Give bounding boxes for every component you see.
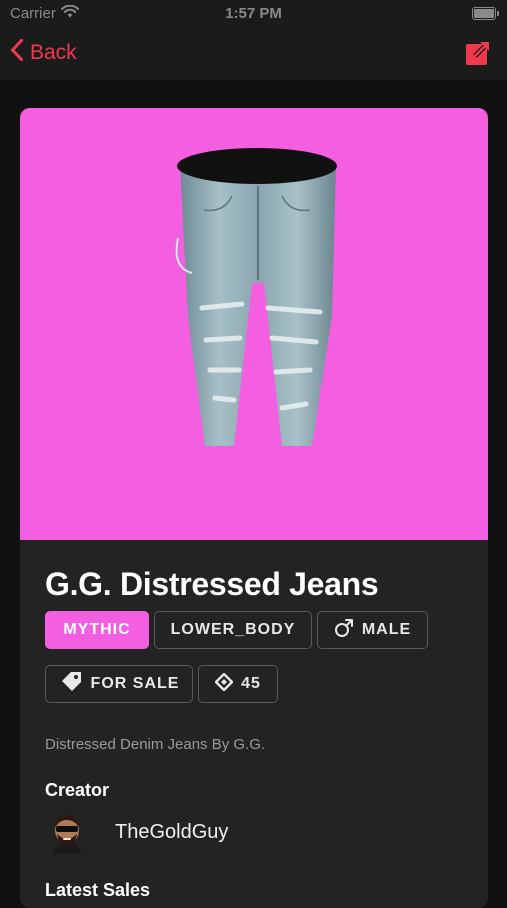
creator-heading: Creator xyxy=(45,780,110,800)
gender-label: MALE xyxy=(361,621,412,638)
creator-row[interactable]: TheGoldGuy xyxy=(45,810,465,854)
male-icon xyxy=(334,618,354,643)
price-label: 45 xyxy=(241,675,261,692)
robux-icon xyxy=(214,672,234,696)
creator-name: TheGoldGuy xyxy=(115,820,229,843)
body-part-tag[interactable]: LOWER_BODY xyxy=(154,611,312,649)
latest-sales-heading: Latest Sales xyxy=(45,880,151,900)
back-label: Back xyxy=(30,41,77,64)
price-tag-icon xyxy=(59,670,83,699)
item-title: G.G. Distressed Jeans xyxy=(45,566,379,602)
rarity-label: MYTHIC xyxy=(63,621,131,638)
status-bar: Carrier 1:57 PM xyxy=(0,0,507,28)
status-time: 1:57 PM xyxy=(225,5,282,22)
content-area: G.G. Distressed Jeans MYTHIC LOWER_BODY … xyxy=(0,80,507,908)
navigation-bar: Back xyxy=(0,28,507,80)
item-preview-image xyxy=(20,108,488,540)
jeans-image xyxy=(175,148,337,446)
battery-icon xyxy=(472,7,499,20)
share-external-icon[interactable] xyxy=(465,40,491,66)
item-card: G.G. Distressed Jeans MYTHIC LOWER_BODY … xyxy=(20,108,488,908)
gender-tag[interactable]: MALE xyxy=(317,611,428,649)
back-button[interactable]: Back xyxy=(10,38,77,68)
rarity-tag[interactable]: MYTHIC xyxy=(45,611,149,649)
item-description: Distressed Denim Jeans By G.G. xyxy=(45,736,266,753)
chevron-left-icon xyxy=(10,38,24,68)
sale-status-tag[interactable]: FOR SALE xyxy=(45,665,193,703)
sale-status-label: FOR SALE xyxy=(90,675,180,692)
body-part-label: LOWER_BODY xyxy=(170,621,296,638)
price-tag[interactable]: 45 xyxy=(198,665,278,703)
avatar xyxy=(45,810,89,854)
